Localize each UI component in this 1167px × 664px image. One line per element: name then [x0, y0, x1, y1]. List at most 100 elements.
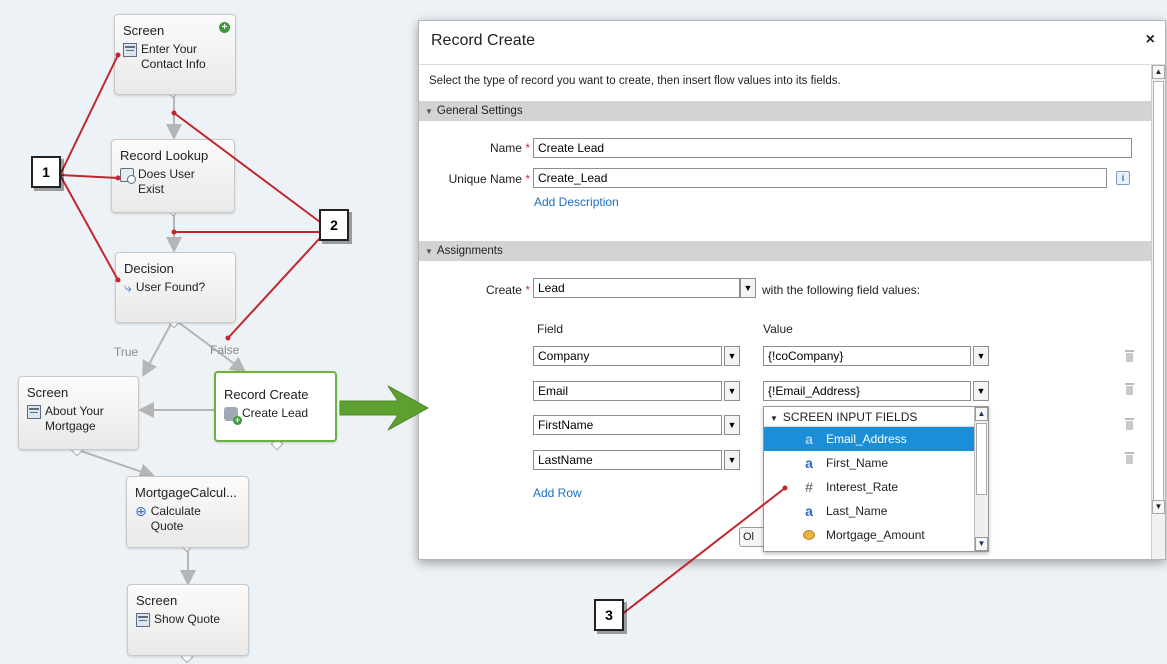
node-label: About Your Mortgage — [45, 404, 104, 433]
select-value: {!coCompany} — [763, 346, 971, 366]
node-label: User Found? — [135, 280, 206, 294]
apex-plugin-icon: ⊕ — [135, 503, 147, 519]
dropdown-arrow-icon[interactable]: ▼ — [740, 278, 756, 298]
required-marker: * — [525, 141, 530, 155]
flow-node-record-lookup[interactable]: Record Lookup Does User Exist — [111, 139, 235, 213]
option-label: Mortgage_Amount — [826, 528, 925, 542]
node-type: Screen — [27, 385, 69, 400]
field-select[interactable]: LastName ▼ — [533, 450, 740, 470]
add-row-link[interactable]: Add Row — [533, 486, 582, 500]
dialog-scrollbar[interactable]: ▲ ▼ — [1151, 65, 1165, 559]
delete-row-icon[interactable] — [1124, 418, 1135, 430]
scroll-up-icon[interactable]: ▲ — [1152, 65, 1165, 79]
dropdown-arrow-icon[interactable]: ▼ — [973, 381, 989, 401]
dialog-title: Record Create — [431, 32, 536, 49]
scroll-thumb[interactable] — [1153, 81, 1164, 501]
select-value: Company — [533, 346, 722, 366]
section-assignments[interactable]: ▼ Assignments — [419, 241, 1151, 261]
connector-label-false: False — [210, 343, 240, 357]
start-element-icon: + — [219, 22, 230, 33]
node-type: Screen — [136, 593, 178, 608]
delete-row-icon[interactable] — [1124, 452, 1135, 464]
dialog-description: Select the type of record you want to cr… — [429, 75, 841, 87]
node-type: Record Create — [224, 387, 309, 402]
node-type: MortgageCalcul... — [135, 485, 237, 500]
node-label: Show Quote — [154, 612, 221, 626]
dropdown-scrollbar[interactable]: ▲ ▼ — [974, 407, 988, 551]
select-value: Email — [533, 381, 722, 401]
name-label: Name * — [420, 141, 530, 155]
caret-icon: ▼ — [770, 414, 778, 423]
node-label: Create Lead — [242, 406, 309, 420]
dropdown-group-header[interactable]: ▼ SCREEN INPUT FIELDS — [764, 407, 988, 427]
section-heading: General Settings — [436, 105, 523, 117]
group-label: SCREEN INPUT FIELDS — [782, 410, 918, 424]
section-heading: Assignments — [436, 245, 503, 257]
select-value: {!Email_Address} — [763, 381, 971, 401]
name-input[interactable]: Create Lead — [533, 138, 1132, 158]
value-select[interactable]: {!Email_Address} ▼ — [763, 381, 989, 401]
dialog-header: Record Create × — [419, 21, 1165, 65]
ok-button[interactable]: Ol — [739, 527, 765, 547]
dropdown-arrow-icon[interactable]: ▼ — [724, 346, 740, 366]
value-dropdown-list: ▼ SCREEN INPUT FIELDS a Email_Address a F… — [763, 406, 989, 552]
scroll-down-icon[interactable]: ▼ — [975, 537, 988, 551]
option-label: Last_Name — [826, 504, 888, 518]
dropdown-arrow-icon[interactable]: ▼ — [973, 346, 989, 366]
info-icon[interactable]: i — [1116, 171, 1130, 185]
flow-node-record-create[interactable]: Record Create Create Lead — [214, 371, 337, 442]
scroll-down-icon[interactable]: ▼ — [1152, 500, 1165, 514]
option-label: Interest_Rate — [826, 480, 899, 494]
required-marker: * — [525, 283, 530, 297]
screen-icon — [123, 43, 137, 57]
option-label: Email_Address — [826, 432, 907, 446]
field-select[interactable]: FirstName ▼ — [533, 415, 740, 435]
node-type: Screen — [123, 23, 165, 38]
scroll-up-icon[interactable]: ▲ — [975, 407, 988, 421]
dropdown-option-email-address[interactable]: a Email_Address — [764, 427, 988, 451]
flow-node-apex-mortgage-calculator[interactable]: MortgageCalcul... ⊕ Calculate Quote — [126, 476, 249, 548]
flow-node-decision[interactable]: Decision ⤷ User Found? — [115, 252, 236, 323]
unique-name-input[interactable]: Create_Lead — [533, 168, 1107, 188]
field-select[interactable]: Email ▼ — [533, 381, 740, 401]
dropdown-option-mortgage-amount[interactable]: Mortgage_Amount — [764, 523, 988, 547]
text-field-icon: a — [805, 431, 813, 447]
dropdown-arrow-icon[interactable]: ▼ — [724, 450, 740, 470]
number-field-icon: # — [805, 479, 813, 495]
delete-row-icon[interactable] — [1124, 350, 1135, 362]
node-type: Record Lookup — [120, 148, 209, 163]
create-label: Create * — [440, 283, 530, 297]
record-lookup-icon — [120, 168, 136, 184]
text-field-icon: a — [805, 503, 813, 519]
node-label: Does User Exist — [138, 167, 195, 196]
value-select[interactable]: {!coCompany} ▼ — [763, 346, 989, 366]
unique-name-label: Unique Name * — [420, 172, 530, 186]
section-general-settings[interactable]: ▼ General Settings — [419, 101, 1151, 121]
dropdown-arrow-icon[interactable]: ▼ — [724, 415, 740, 435]
add-description-link[interactable]: Add Description — [534, 195, 619, 209]
node-label: Enter Your Contact Info — [141, 42, 206, 71]
collapse-triangle-icon: ▼ — [425, 107, 433, 116]
text-field-icon: a — [805, 455, 813, 471]
dropdown-option-interest-rate[interactable]: # Interest_Rate — [764, 475, 988, 499]
create-object-select[interactable]: Lead ▼ — [533, 278, 756, 298]
screen-icon — [27, 405, 41, 419]
field-select[interactable]: Company ▼ — [533, 346, 740, 366]
name-label-text: Name — [489, 141, 522, 155]
callout-3: 3 — [594, 599, 624, 631]
create-suffix: with the following field values: — [762, 283, 921, 297]
callout-1: 1 — [31, 156, 61, 188]
scroll-thumb[interactable] — [976, 423, 987, 495]
dropdown-option-first-name[interactable]: a First_Name — [764, 451, 988, 475]
collapse-triangle-icon: ▼ — [425, 247, 433, 256]
dropdown-option-last-name[interactable]: a Last_Name — [764, 499, 988, 523]
dropdown-arrow-icon[interactable]: ▼ — [724, 381, 740, 401]
delete-row-icon[interactable] — [1124, 383, 1135, 395]
record-create-icon — [224, 407, 242, 425]
close-icon[interactable]: × — [1146, 31, 1155, 49]
create-label-text: Create — [485, 283, 522, 297]
flow-node-screen-show-quote[interactable]: Screen Show Quote — [127, 584, 249, 656]
flow-node-screen-contact-info[interactable]: Screen Enter Your Contact Info — [114, 14, 236, 95]
flow-node-screen-mortgage[interactable]: Screen About Your Mortgage — [18, 376, 139, 450]
callout-2: 2 — [319, 209, 349, 241]
